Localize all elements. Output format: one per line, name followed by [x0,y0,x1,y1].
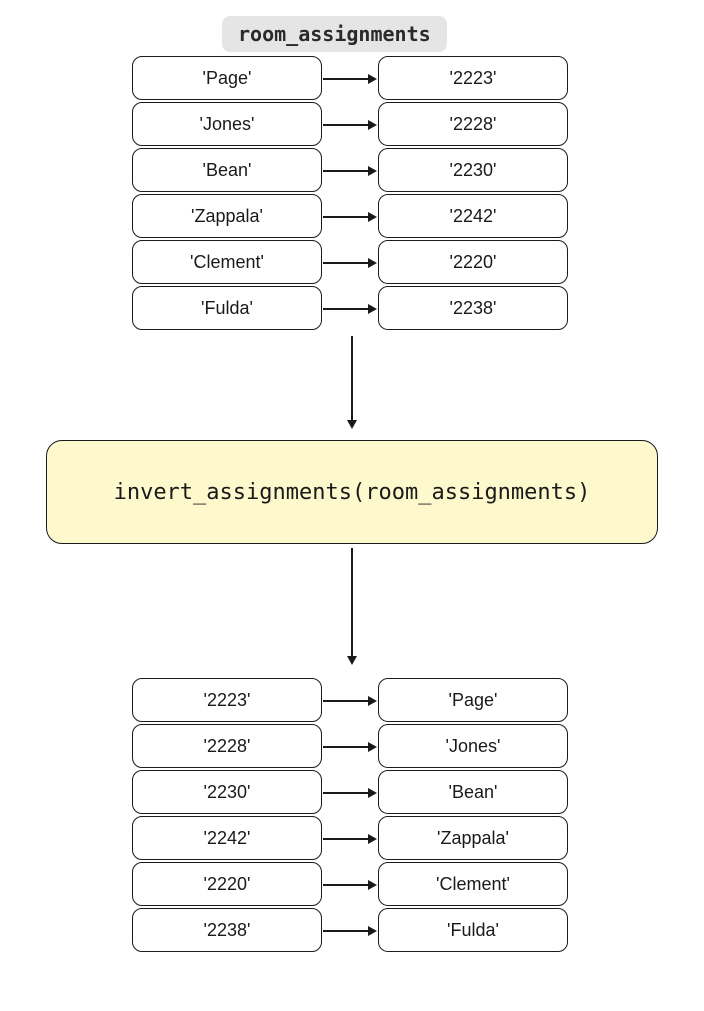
key-cell: '2238' [132,908,322,952]
pair-row: '2223' 'Page' [88,678,612,724]
value-cell: '2242' [378,194,568,238]
value-cell: 'Fulda' [378,908,568,952]
pair-row: 'Clement' '2220' [88,240,612,286]
key-cell: '2220' [132,862,322,906]
arrow-right-icon [323,696,377,706]
arrow-right-icon [323,258,377,268]
key-cell: 'Fulda' [132,286,322,330]
value-cell: 'Page' [378,678,568,722]
value-cell: '2223' [378,56,568,100]
arrow-right-icon [323,742,377,752]
key-cell: 'Bean' [132,148,322,192]
input-dict-block: 'Page' '2223' 'Jones' '2228' 'Bean' '223… [88,56,612,332]
value-cell: 'Zappala' [378,816,568,860]
value-cell: '2238' [378,286,568,330]
pair-row: 'Fulda' '2238' [88,286,612,332]
arrow-right-icon [323,880,377,890]
key-cell: 'Clement' [132,240,322,284]
arrow-right-icon [323,212,377,222]
arrow-right-icon [323,74,377,84]
pair-row: 'Page' '2223' [88,56,612,102]
arrow-down-icon [347,548,357,665]
pair-row: '2238' 'Fulda' [88,908,612,954]
pair-row: 'Zappala' '2242' [88,194,612,240]
pair-row: '2220' 'Clement' [88,862,612,908]
input-dict-title: room_assignments [222,16,447,52]
pair-row: 'Bean' '2230' [88,148,612,194]
output-dict-block: '2223' 'Page' '2228' 'Jones' '2230' 'Bea… [88,678,612,954]
arrow-right-icon [323,120,377,130]
pair-row: '2230' 'Bean' [88,770,612,816]
key-cell: 'Page' [132,56,322,100]
function-call-box: invert_assignments(room_assignments) [46,440,658,544]
key-cell: '2230' [132,770,322,814]
arrow-right-icon [323,834,377,844]
value-cell: '2228' [378,102,568,146]
value-cell: '2220' [378,240,568,284]
key-cell: '2242' [132,816,322,860]
value-cell: '2230' [378,148,568,192]
value-cell: 'Clement' [378,862,568,906]
diagram-container: room_assignments 'Page' '2223' 'Jones' '… [0,0,704,1011]
value-cell: 'Jones' [378,724,568,768]
arrow-right-icon [323,926,377,936]
key-cell: 'Jones' [132,102,322,146]
value-cell: 'Bean' [378,770,568,814]
key-cell: '2228' [132,724,322,768]
key-cell: 'Zappala' [132,194,322,238]
key-cell: '2223' [132,678,322,722]
pair-row: 'Jones' '2228' [88,102,612,148]
arrow-right-icon [323,304,377,314]
arrow-right-icon [323,166,377,176]
pair-row: '2228' 'Jones' [88,724,612,770]
arrow-down-icon [347,336,357,429]
pair-row: '2242' 'Zappala' [88,816,612,862]
arrow-right-icon [323,788,377,798]
